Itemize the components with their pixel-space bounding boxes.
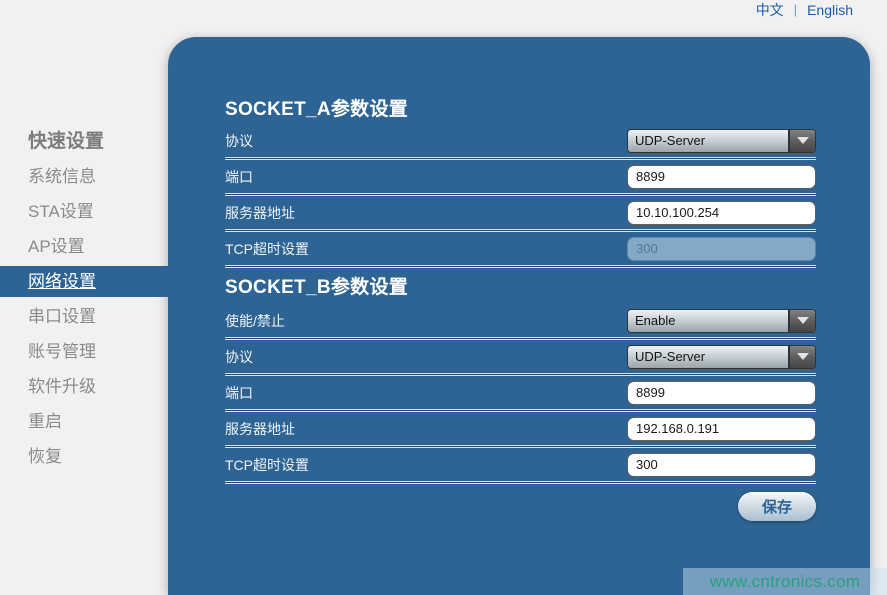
protocol-b-select-value: UDP-Server [628,346,788,368]
sidebar-item-network-settings[interactable]: 网络设置 [0,266,168,297]
server-address-a-input[interactable] [627,201,816,225]
sidebar: 快速设置 系统信息 STA设置 AP设置 网络设置 串口设置 账号管理 软件升级… [0,124,168,474]
server-address-b-label: 服务器地址 [225,419,295,439]
port-a-label: 端口 [225,167,253,187]
protocol-b-label: 协议 [225,347,253,367]
port-a-input[interactable] [627,165,816,189]
chevron-down-icon [788,310,815,332]
protocol-b-select[interactable]: UDP-Server [627,345,816,369]
row-enable-b: 使能/禁止 Enable [225,304,816,337]
row-port-a: 端口 [225,160,816,193]
section-title-socket-a: SOCKET_A参数设置 [225,96,816,124]
lang-english-link[interactable]: English [807,1,853,19]
lang-divider: | [794,1,797,19]
language-bar: 中文 | English [756,1,853,19]
lang-chinese-link[interactable]: 中文 [756,1,784,19]
sidebar-item-account-manage[interactable]: 账号管理 [0,334,168,369]
port-b-label: 端口 [225,383,253,403]
row-port-b: 端口 [225,376,816,409]
server-address-a-label: 服务器地址 [225,203,295,223]
chevron-down-icon [788,130,815,152]
tcp-timeout-b-input[interactable] [627,453,816,477]
enable-b-select-value: Enable [628,310,788,332]
sidebar-item-sta-settings[interactable]: STA设置 [0,194,168,229]
tcp-timeout-a-label: TCP超时设置 [225,239,309,259]
watermark: www.cntronics.com [683,568,887,595]
row-protocol-b: 协议 UDP-Server [225,340,816,373]
sidebar-item-restart[interactable]: 重启 [0,404,168,439]
save-button[interactable]: 保存 [738,492,816,521]
sidebar-item-restore[interactable]: 恢复 [0,439,168,474]
protocol-a-select-value: UDP-Server [628,130,788,152]
chevron-down-icon [788,346,815,368]
sidebar-item-system-info[interactable]: 系统信息 [0,159,168,194]
row-server-address-b: 服务器地址 [225,412,816,445]
page: 中文 | English 快速设置 系统信息 STA设置 AP设置 网络设置 串… [0,0,887,595]
enable-b-label: 使能/禁止 [225,311,285,331]
row-protocol-a: 协议 UDP-Server [225,124,816,157]
sidebar-item-firmware-upgrade[interactable]: 软件升级 [0,369,168,404]
section-title-socket-b: SOCKET_B参数设置 [225,272,816,304]
port-b-input[interactable] [627,381,816,405]
sidebar-item-quick-setup[interactable]: 快速设置 [0,124,168,159]
sidebar-item-serial-settings[interactable]: 串口设置 [0,299,168,334]
enable-b-select[interactable]: Enable [627,309,816,333]
row-separator [225,265,816,268]
row-separator [225,481,816,484]
settings-panel: SOCKET_A参数设置 协议 UDP-Server 端口 服务器地址 T [168,37,870,595]
panel-content: SOCKET_A参数设置 协议 UDP-Server 端口 服务器地址 T [225,37,816,521]
tcp-timeout-b-label: TCP超时设置 [225,455,309,475]
server-address-b-input[interactable] [627,417,816,441]
protocol-a-label: 协议 [225,131,253,151]
sidebar-item-ap-settings[interactable]: AP设置 [0,229,168,264]
row-tcp-timeout-b: TCP超时设置 [225,448,816,481]
protocol-a-select[interactable]: UDP-Server [627,129,816,153]
row-tcp-timeout-a: TCP超时设置 [225,232,816,265]
save-row: 保存 [225,492,816,521]
tcp-timeout-a-input [627,237,816,261]
row-server-address-a: 服务器地址 [225,196,816,229]
